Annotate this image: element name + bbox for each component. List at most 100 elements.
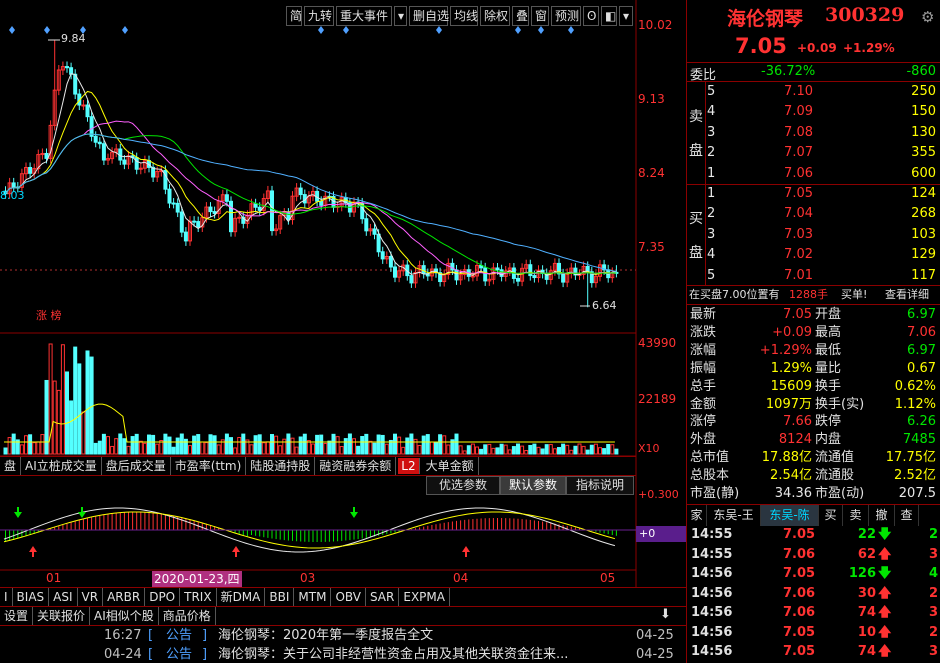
volume-bar: [56, 389, 61, 455]
volume-bar: [138, 440, 143, 455]
trade-tab-5[interactable]: 撤: [869, 505, 895, 526]
order-price: 7.05: [784, 186, 813, 201]
trade-tab-2[interactable]: 东吴-陈: [761, 505, 819, 526]
index-tab-12[interactable]: EXPMA: [399, 588, 450, 607]
buy-order-row[interactable]: 4 7.02 129: [687, 246, 940, 264]
indicator-tab-5[interactable]: 融资融券余额: [315, 457, 397, 475]
volume-bar: [343, 438, 348, 455]
order-level: 1: [707, 165, 716, 181]
sell-order-row[interactable]: 4 7.09 150: [687, 103, 940, 121]
sell-order-row[interactable]: 3 7.08 130: [687, 124, 940, 142]
volume-bar: [257, 434, 262, 455]
kline-chart[interactable]: [0, 0, 686, 663]
stock-name: 海伦钢琴: [727, 8, 804, 30]
index-tab-4[interactable]: ARBR: [103, 588, 146, 607]
window-button[interactable]: 窗: [531, 6, 549, 26]
news-title[interactable]: 海伦钢琴：关于公司非经营性资金占用及其他关联资金往来...: [218, 645, 568, 663]
default-params-button[interactable]: 默认参数: [500, 476, 566, 495]
chart-area[interactable]: 简九转 重大事件 ▾ 删自选 均线 除权叠窗预测 ʘ ◧ ▾ 10.02 9.13 8.24 7…: [0, 0, 686, 663]
panel-toggle-icon[interactable]: ◧: [601, 6, 617, 26]
news-tag: 公告: [166, 647, 193, 662]
buy-order-row[interactable]: 3 7.03 103: [687, 226, 940, 244]
volume-bar: [101, 433, 106, 455]
index-tab-6[interactable]: TRIX: [180, 588, 217, 607]
trade-tab-0[interactable]: 家: [687, 505, 707, 526]
buy-signal-icon: [232, 546, 240, 557]
index-tab-1[interactable]: BIAS: [13, 588, 50, 607]
trade-tab-3[interactable]: 买: [819, 505, 843, 526]
index-tab-8[interactable]: BBI: [265, 588, 295, 607]
indicator-tab-3[interactable]: 市盈率(ttm): [171, 457, 247, 475]
bottom-tab-0[interactable]: 设置: [0, 607, 34, 625]
index-tab-10[interactable]: OBV: [331, 588, 366, 607]
volume-bar: [28, 434, 33, 455]
bottom-tab-3[interactable]: 商品价格: [159, 607, 216, 625]
tick-count: 2: [928, 527, 938, 542]
index-tab-9[interactable]: MTM: [294, 588, 332, 607]
overlay-button[interactable]: 叠: [512, 6, 529, 26]
bottom-tab-2[interactable]: AI相似个股: [90, 607, 159, 625]
trade-tab-1[interactable]: 东吴-王: [707, 505, 761, 526]
index-tab-0[interactable]: I: [0, 588, 13, 607]
volume-bar: [44, 379, 49, 455]
quote-label: 市盈(动): [815, 486, 865, 501]
volume-bar: [40, 434, 45, 455]
quote-value: 1.29%: [770, 360, 812, 376]
index-tab-7[interactable]: 新DMA: [217, 588, 266, 607]
tick-volume: 74: [857, 605, 876, 620]
nine-turn-button[interactable]: 九转: [304, 6, 334, 26]
volume-bar: [52, 380, 57, 455]
volume-bar: [479, 448, 484, 455]
volume-bar: [462, 450, 467, 455]
candle-body: [224, 194, 229, 202]
quote-value: 7485: [902, 432, 936, 448]
news-item[interactable]: 16:27 [公告] 海伦钢琴：2020年第一季度报告全文 04-25: [0, 626, 686, 645]
volume-bar: [434, 442, 438, 455]
sell-order-row[interactable]: 2 7.07 355: [687, 144, 940, 162]
buy-order-row[interactable]: 1 7.05 124: [687, 185, 940, 203]
event-diamond-icon: [436, 26, 442, 34]
events-dropdown-button[interactable]: ▾: [394, 6, 407, 26]
trade-tab-4[interactable]: 卖: [843, 505, 869, 526]
news-title[interactable]: 海伦钢琴：2020年第一季度报告全文: [218, 626, 433, 645]
trade-tab-6[interactable]: 查: [895, 505, 919, 526]
event-diamond-icon: [538, 26, 544, 34]
indicator-tab-6[interactable]: L2: [398, 458, 420, 474]
index-tab-3[interactable]: VR: [78, 588, 104, 607]
candle-body: [93, 135, 98, 143]
volume-bar: [106, 436, 110, 455]
simplified-button[interactable]: 简: [286, 6, 302, 26]
news-item[interactable]: 04-24 [公告] 海伦钢琴：关于公司非经营性资金占用及其他关联资金往来... 04…: [0, 645, 686, 663]
gear-icon[interactable]: ⚙: [921, 8, 934, 26]
indicator-tab-1[interactable]: AI立桩成交量: [21, 457, 102, 475]
toolbar-dropdown-button[interactable]: ▾: [619, 6, 633, 26]
buy-notice-action: 买单!: [841, 288, 868, 301]
volume-bar: [565, 444, 570, 455]
indicator-tab-2[interactable]: 盘后成交量: [102, 457, 171, 475]
indicator-tab-4[interactable]: 陆股通持股: [246, 457, 316, 475]
volume-bar: [516, 443, 520, 455]
sell-order-row[interactable]: 5 7.10 250: [687, 83, 940, 101]
buy-order-row[interactable]: 2 7.04 268: [687, 205, 940, 223]
download-icon[interactable]: ⬇: [660, 607, 671, 622]
moving-average-button[interactable]: 均线: [450, 6, 478, 26]
major-events-button[interactable]: 重大事件: [336, 6, 392, 26]
forecast-button[interactable]: 预测: [551, 6, 581, 26]
buy-order-row[interactable]: 5 7.01 117: [687, 267, 940, 285]
indicator-help-button[interactable]: 指标说明: [566, 476, 634, 495]
remove-favorite-button[interactable]: 删自选: [409, 6, 449, 26]
sell-order-row[interactable]: 1 7.06 600: [687, 165, 940, 183]
index-tab-2[interactable]: ASI: [49, 588, 78, 607]
view-detail-link[interactable]: 查看详细: [885, 286, 929, 304]
order-volume: 600: [911, 165, 936, 181]
quote-row: 外盘 8124 内盘 7485: [687, 431, 940, 449]
indicator-tab-7[interactable]: 大单金额: [422, 457, 479, 475]
index-tab-5[interactable]: DPO: [145, 588, 181, 607]
ex-rights-button[interactable]: 除权: [480, 6, 510, 26]
lock-icon[interactable]: ʘ: [583, 6, 599, 26]
index-tab-11[interactable]: SAR: [366, 588, 400, 607]
indicator-tab-0[interactable]: 盘: [0, 457, 22, 475]
volume-bar: [302, 433, 307, 455]
bottom-tab-1[interactable]: 关联报价: [33, 607, 91, 625]
optimal-params-button[interactable]: 优选参数: [426, 476, 500, 495]
